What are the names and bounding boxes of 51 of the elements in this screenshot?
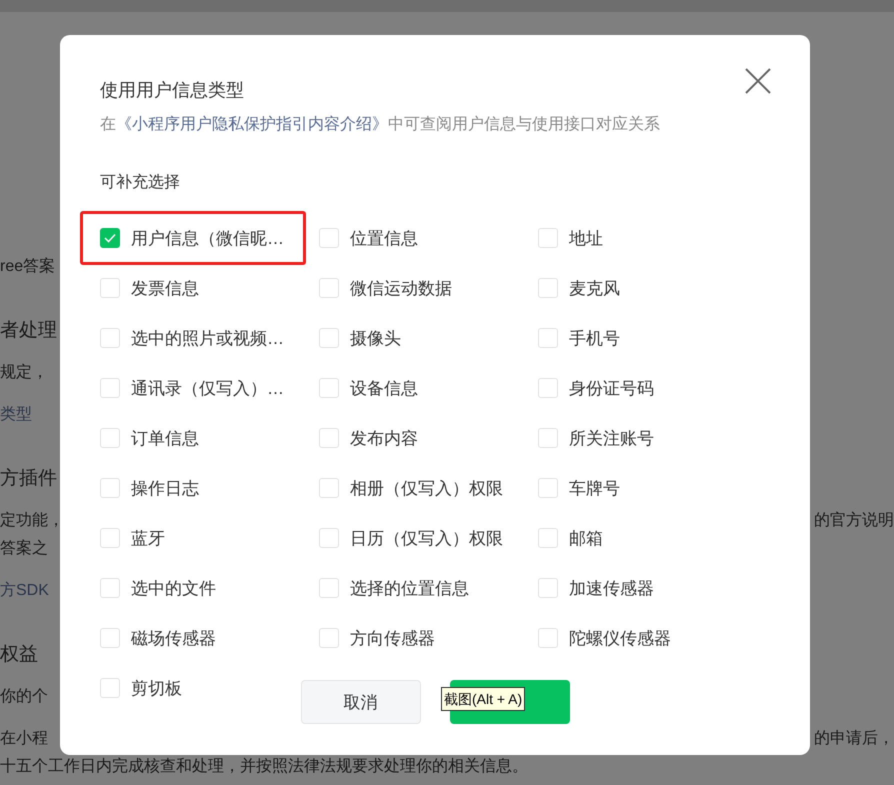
option-label: 发布内容 — [350, 428, 418, 450]
close-icon[interactable] — [744, 67, 772, 95]
option-label: 通讯录（仅写入）… — [131, 378, 284, 400]
option-label: 操作日志 — [131, 478, 199, 500]
privacy-guide-link[interactable]: 《小程序用户隐私保护指引内容介绍》 — [116, 116, 388, 133]
option-label: 蓝牙 — [131, 528, 165, 550]
option-label: 位置信息 — [350, 228, 418, 250]
section-label: 可补充选择 — [100, 172, 180, 193]
option-label: 加速传感器 — [569, 578, 654, 600]
tooltip: 截图(Alt + A) — [441, 687, 526, 711]
option-label: 微信运动数据 — [350, 278, 452, 300]
page-link[interactable]: 类型 — [0, 401, 32, 429]
option-label: 地址 — [569, 228, 603, 250]
option-label: 日历（仅写入）权限 — [350, 528, 503, 550]
page-heading: 权益 — [0, 643, 38, 667]
option-label: 设备信息 — [350, 378, 418, 400]
page-text: 规定， — [0, 362, 48, 383]
page-text: 的官方说明 — [814, 510, 894, 531]
option-label: 选中的文件 — [131, 578, 216, 600]
page-link[interactable]: 方SDK — [0, 577, 49, 605]
option-label: 麦克风 — [569, 278, 620, 300]
page-text: 你的个 — [0, 687, 48, 707]
page-heading: 方插件 — [0, 467, 57, 491]
option-label: 手机号 — [569, 328, 620, 350]
option-label: 选择的位置信息 — [350, 578, 469, 600]
option-label: 邮箱 — [569, 528, 603, 550]
option-label: 所关注账号 — [569, 428, 654, 450]
option-label: 方向传感器 — [350, 628, 435, 650]
option-label: 摄像头 — [350, 328, 401, 350]
checkbox[interactable] — [100, 228, 120, 248]
option-label: 剪切板 — [131, 678, 182, 700]
option-label: 发票信息 — [131, 278, 199, 300]
page-text: 定功能， — [0, 510, 64, 531]
dialog-title: 使用用户信息类型 — [100, 79, 244, 102]
option-label: 用户信息（微信昵… — [131, 228, 284, 250]
page-heading: 者处理 — [0, 319, 57, 343]
option-label: 陀螺仪传感器 — [569, 628, 671, 650]
check-icon — [104, 233, 116, 243]
option-label: 身份证号码 — [569, 378, 654, 400]
option-label: 车牌号 — [569, 478, 620, 500]
dialog-description: 在《小程序用户隐私保护指引内容介绍》中可查阅用户信息与使用接口对应关系 — [100, 114, 661, 135]
page-text: 答案之 — [0, 538, 48, 559]
option-label: 选中的照片或视频… — [131, 328, 284, 350]
page-text: ree答案 — [0, 256, 56, 277]
page-text: 的申请后， — [814, 728, 894, 749]
option-label: 磁场传感器 — [131, 628, 216, 650]
option-label: 相册（仅写入）权限 — [350, 478, 503, 500]
cancel-button[interactable]: 取消 — [300, 680, 420, 724]
option-label: 订单信息 — [131, 428, 199, 450]
page-text: 在小程 — [0, 728, 48, 749]
page-text: 十五个工作日内完成核查和处理，并按照法律法规要求处理你的相关信息。 — [0, 756, 528, 777]
